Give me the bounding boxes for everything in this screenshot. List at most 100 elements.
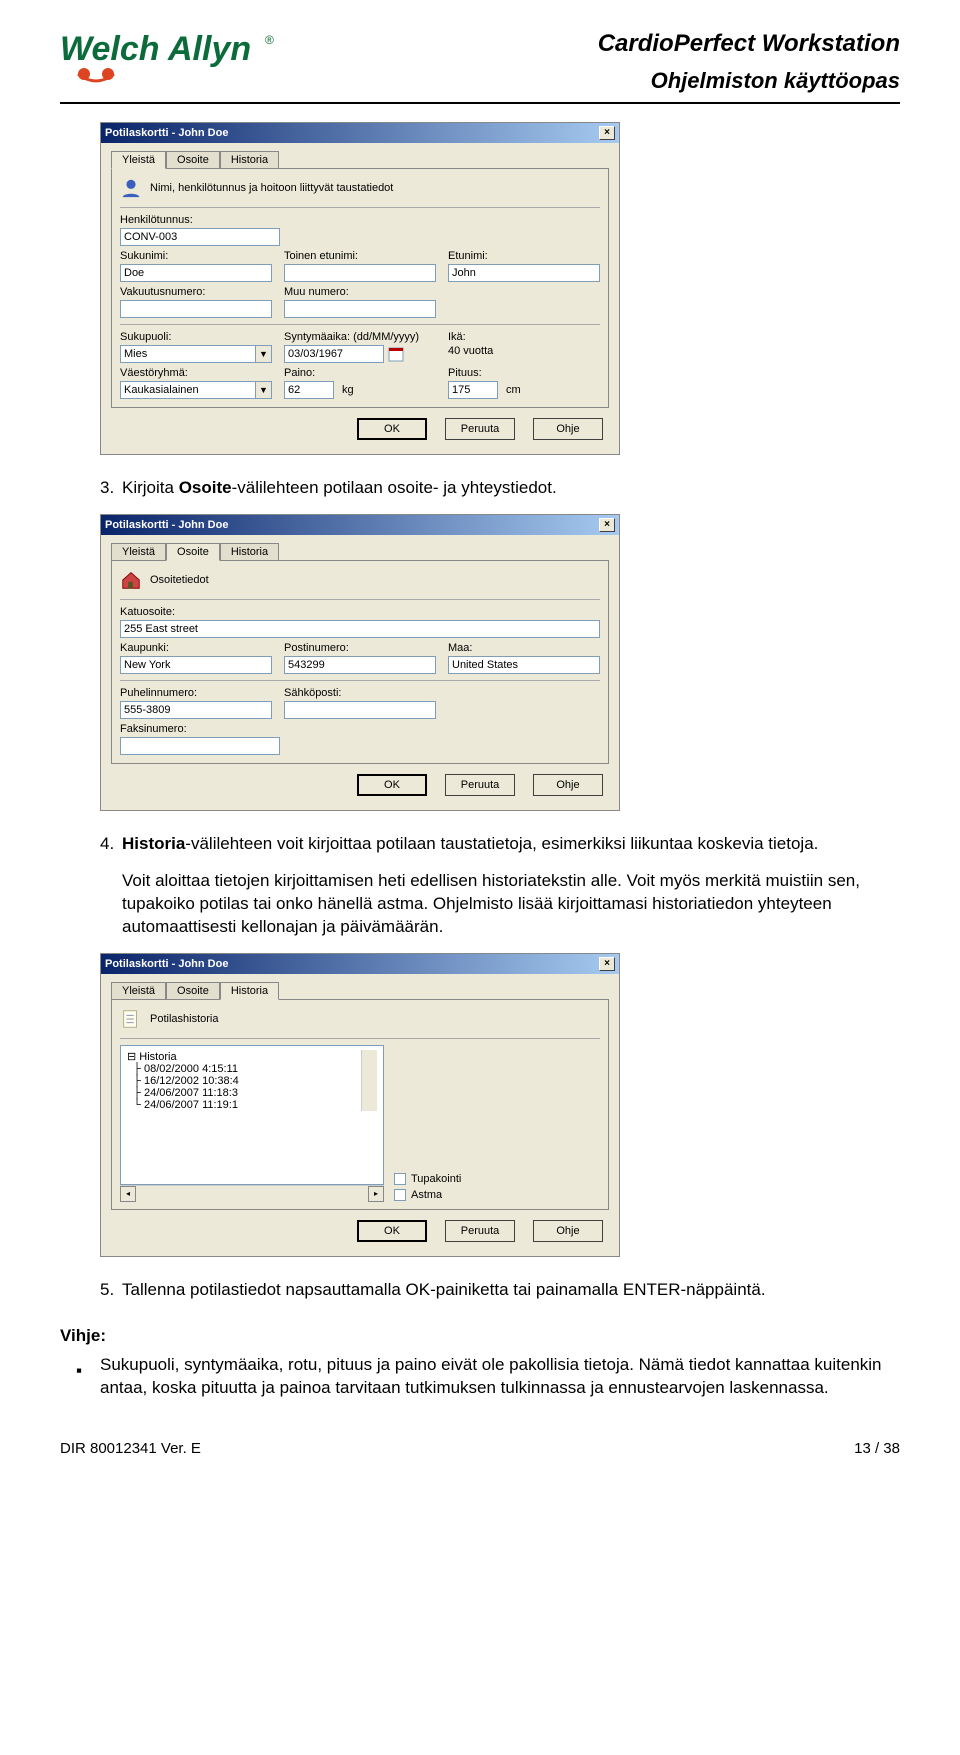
input-muu[interactable]	[284, 300, 436, 318]
tree-item[interactable]: 08/02/2000 4:15:11	[144, 1063, 238, 1075]
label-hetu: Henkilötunnus:	[120, 214, 600, 226]
step-3: 3.Kirjoita Osoite-välilehteen potilaan o…	[100, 477, 900, 500]
panel-caption: Osoitetiedot	[150, 574, 209, 586]
patient-card-dialog-general: Potilaskortti - John Doe × Yleistä Osoit…	[100, 122, 620, 455]
tab-history[interactable]: Historia	[220, 543, 279, 561]
close-icon[interactable]: ×	[599, 126, 615, 140]
label-email: Sähköposti:	[284, 687, 436, 699]
value-ika: 40 vuotta	[448, 345, 493, 357]
dialog-title: Potilaskortti - John Doe	[105, 958, 228, 970]
svg-text:Welch: Welch	[60, 30, 160, 68]
select-sukupuoli[interactable]	[120, 345, 256, 363]
tab-history[interactable]: Historia	[220, 982, 279, 1000]
label-vaesto: Väestöryhmä:	[120, 367, 272, 379]
checkbox-tupakointi[interactable]: Tupakointi	[394, 1173, 600, 1185]
tip-label: Vihje:	[60, 1326, 900, 1346]
step-4-paragraph: Voit aloittaa tietojen kirjoittamisen he…	[122, 870, 900, 939]
dialog-title: Potilaskortti - John Doe	[105, 519, 228, 531]
close-icon[interactable]: ×	[599, 957, 615, 971]
patient-card-dialog-history: Potilaskortti - John Doe × Yleistä Osoit…	[100, 953, 620, 1257]
doc-title-2: Ohjelmiston käyttöopas	[360, 68, 900, 94]
input-email[interactable]	[284, 701, 436, 719]
cancel-button[interactable]: Peruuta	[445, 774, 515, 796]
tab-address[interactable]: Osoite	[166, 982, 220, 1000]
tree-item[interactable]: 24/06/2007 11:18:3	[144, 1087, 238, 1099]
person-icon	[120, 177, 142, 199]
ok-button[interactable]: OK	[357, 1220, 427, 1242]
bullet-icon: ▪	[76, 1360, 82, 1383]
tab-address[interactable]: Osoite	[166, 543, 220, 561]
svg-text:Allyn: Allyn	[167, 30, 251, 68]
label-etunimi: Etunimi:	[448, 250, 600, 262]
tab-general[interactable]: Yleistä	[111, 151, 166, 169]
input-vakuutus[interactable]	[120, 300, 272, 318]
panel-caption: Potilashistoria	[150, 1013, 218, 1025]
input-fax[interactable]	[120, 737, 280, 755]
page-header: Welch Allyn ® CardioPerfect Workstation …	[60, 30, 900, 104]
input-hetu[interactable]	[120, 228, 280, 246]
dialog-titlebar: Potilaskortti - John Doe ×	[101, 123, 619, 143]
label-paino: Paino:	[284, 367, 436, 379]
input-pituus[interactable]	[448, 381, 498, 399]
footer-right: 13 / 38	[854, 1440, 900, 1457]
tab-address[interactable]: Osoite	[166, 151, 220, 169]
calendar-icon[interactable]	[388, 346, 404, 362]
scrollbar-horizontal[interactable]: ◂▸	[120, 1185, 384, 1201]
dialog-title: Potilaskortti - John Doe	[105, 127, 228, 139]
history-tree[interactable]: ⊟ Historia ├ 08/02/2000 4:15:11 ├ 16/12/…	[120, 1045, 384, 1185]
label-puh: Puhelinnumero:	[120, 687, 272, 699]
step-4: 4.Historia-välilehteen voit kirjoittaa p…	[100, 833, 900, 856]
input-sukunimi[interactable]	[120, 264, 272, 282]
step-5: 5.Tallenna potilastiedot napsauttamalla …	[100, 1279, 900, 1302]
dialog-titlebar: Potilaskortti - John Doe ×	[101, 954, 619, 974]
scroll-right-icon[interactable]: ▸	[368, 1186, 384, 1202]
ok-button[interactable]: OK	[357, 774, 427, 796]
house-icon	[120, 569, 142, 591]
select-vaesto[interactable]	[120, 381, 256, 399]
input-kaupunki[interactable]	[120, 656, 272, 674]
label-maa: Maa:	[448, 642, 600, 654]
tab-history[interactable]: Historia	[220, 151, 279, 169]
cancel-button[interactable]: Peruuta	[445, 1220, 515, 1242]
help-button[interactable]: Ohje	[533, 1220, 603, 1242]
label-muu: Muu numero:	[284, 286, 436, 298]
label-sukupuoli: Sukupuoli:	[120, 331, 272, 343]
help-button[interactable]: Ohje	[533, 774, 603, 796]
tree-item[interactable]: 24/06/2007 11:19:1	[144, 1099, 238, 1111]
cancel-button[interactable]: Peruuta	[445, 418, 515, 440]
tree-root[interactable]: Historia	[139, 1051, 176, 1063]
input-synt[interactable]	[284, 345, 384, 363]
chevron-down-icon[interactable]: ▼	[256, 345, 272, 363]
input-paino[interactable]	[284, 381, 334, 399]
label-vakuutus: Vakuutusnumero:	[120, 286, 272, 298]
input-posti[interactable]	[284, 656, 436, 674]
ok-button[interactable]: OK	[357, 418, 427, 440]
close-icon[interactable]: ×	[599, 518, 615, 532]
tab-general[interactable]: Yleistä	[111, 543, 166, 561]
label-fax: Faksinumero:	[120, 723, 600, 735]
svg-text:®: ®	[265, 33, 274, 47]
chevron-down-icon[interactable]: ▼	[256, 381, 272, 399]
patient-card-dialog-address: Potilaskortti - John Doe × Yleistä Osoit…	[100, 514, 620, 811]
panel-caption: Nimi, henkilötunnus ja hoitoon liittyvät…	[150, 182, 393, 194]
label-katu: Katuosoite:	[120, 606, 600, 618]
label-sukunimi: Sukunimi:	[120, 250, 272, 262]
input-maa[interactable]	[448, 656, 600, 674]
checkbox-astma[interactable]: Astma	[394, 1189, 600, 1201]
label-pituus: Pituus:	[448, 367, 600, 379]
input-toinen[interactable]	[284, 264, 436, 282]
doc-title-1: CardioPerfect Workstation	[360, 30, 900, 58]
tree-item[interactable]: 16/12/2002 10:38:4	[144, 1075, 239, 1087]
tab-general[interactable]: Yleistä	[111, 982, 166, 1000]
help-button[interactable]: Ohje	[533, 418, 603, 440]
input-katu[interactable]	[120, 620, 600, 638]
notepad-icon	[120, 1008, 142, 1030]
unit-cm: cm	[506, 384, 521, 396]
footer-left: DIR 80012341 Ver. E	[60, 1440, 201, 1457]
page-footer: DIR 80012341 Ver. E 13 / 38	[60, 1440, 900, 1457]
scroll-left-icon[interactable]: ◂	[120, 1186, 136, 1202]
input-etunimi[interactable]	[448, 264, 600, 282]
scrollbar-vertical[interactable]	[361, 1050, 377, 1111]
input-puh[interactable]	[120, 701, 272, 719]
label-kaupunki: Kaupunki:	[120, 642, 272, 654]
